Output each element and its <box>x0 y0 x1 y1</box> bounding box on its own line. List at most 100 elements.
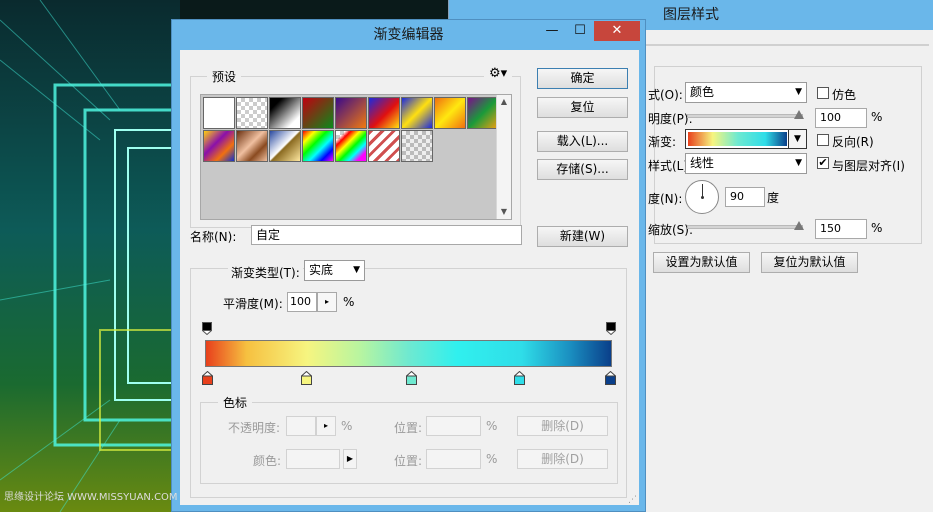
name-label: 名称(N): <box>190 230 237 244</box>
opacity-stop-right[interactable] <box>606 322 616 335</box>
scale-label: 缩放(S): <box>648 223 694 237</box>
window-controls: — ☐ ✕ <box>538 21 640 41</box>
smoothness-label: 平滑度(M): <box>223 297 283 311</box>
gradient-preview[interactable] <box>688 132 787 146</box>
color-stop-1[interactable] <box>202 371 213 385</box>
load-button[interactable]: 载入(L)... <box>537 131 628 152</box>
style-select[interactable]: 线性 ▼ <box>685 153 807 174</box>
preset-swatch-copper[interactable] <box>236 130 268 162</box>
gradient-bar[interactable] <box>205 340 612 367</box>
scroll-down-icon[interactable]: ▼ <box>497 205 511 219</box>
preset-swatch-transparent[interactable] <box>236 97 268 129</box>
smoothness-stepper[interactable]: ▸ <box>317 292 337 312</box>
reset-default-button[interactable]: 复位为默认值 <box>761 252 858 273</box>
presets-swatch-area: ▲ ▼ <box>200 94 512 220</box>
reverse-label: 反向(R) <box>832 135 874 149</box>
save-button[interactable]: 存储(S)... <box>537 159 628 180</box>
stop-opacity-stepper: ▸ <box>316 416 336 436</box>
set-default-button[interactable]: 设置为默认值 <box>653 252 750 273</box>
ok-button[interactable]: 确定 <box>537 68 628 89</box>
color-stops-label: 色标 <box>218 394 253 411</box>
align-with-layer-label: 与图层对齐(I) <box>832 159 905 173</box>
opacity-stop-left[interactable] <box>202 322 212 335</box>
chevron-down-icon: ▼ <box>353 265 360 275</box>
delete-color-stop-button: 删除(D) <box>517 449 608 469</box>
gradient-type-value: 实底 <box>309 263 334 277</box>
presets-scrollbar[interactable]: ▲ ▼ <box>496 95 511 219</box>
stop-opacity-location-input <box>426 416 481 436</box>
opacity-input[interactable]: 100 <box>815 108 867 128</box>
scale-slider[interactable] <box>687 225 803 229</box>
opacity-percent: % <box>871 110 883 124</box>
preset-swatch-spectrum[interactable] <box>302 130 334 162</box>
minimize-button[interactable]: — <box>538 21 566 41</box>
scale-slider-thumb[interactable] <box>794 221 804 230</box>
stop-color-label: 颜色: <box>253 454 282 468</box>
angle-unit: 度 <box>767 191 780 205</box>
preset-swatch-black-white[interactable] <box>203 97 235 129</box>
preset-swatch-violet-orange[interactable] <box>335 97 367 129</box>
chevron-down-icon: ▼ <box>795 158 802 168</box>
blend-mode-value: 颜色 <box>690 85 715 99</box>
gradient-type-select[interactable]: 实底 ▼ <box>304 260 365 281</box>
preset-swatch-blue-yellow-blue[interactable] <box>401 97 433 129</box>
gradient-type-label: 渐变类型(T): <box>228 264 303 281</box>
preset-swatch-chrome[interactable] <box>269 130 301 162</box>
color-stop-2[interactable] <box>301 371 312 385</box>
delete-opacity-stop-button: 删除(D) <box>517 416 608 436</box>
style-value: 线性 <box>690 156 715 170</box>
align-with-layer-checkbox[interactable]: ✔ <box>817 157 829 169</box>
blend-mode-label: 式(O): <box>648 88 683 102</box>
scroll-up-icon[interactable]: ▲ <box>497 95 511 109</box>
color-stop-4[interactable] <box>514 371 525 385</box>
dither-checkbox[interactable] <box>817 87 829 99</box>
preset-swatch-blue-red-yellow[interactable] <box>368 97 400 129</box>
stop-color-location-percent: % <box>486 452 498 466</box>
angle-dial-center <box>701 196 704 199</box>
scale-percent: % <box>871 221 883 235</box>
watermark: 思缘设计论坛 WWW.MISSYUAN.COM <box>4 492 178 503</box>
reset-button[interactable]: 复位 <box>537 97 628 118</box>
stop-opacity-percent: % <box>341 419 353 433</box>
stop-opacity-input <box>286 416 316 436</box>
preset-swatch-red-green[interactable] <box>302 97 334 129</box>
name-input[interactable]: 自定 <box>251 225 522 245</box>
opacity-slider[interactable] <box>687 114 803 118</box>
gradient-picker[interactable]: ▼ <box>685 129 807 149</box>
background-artwork <box>0 0 180 512</box>
preset-swatch-black-white-2[interactable] <box>269 97 301 129</box>
stop-opacity-label: 不透明度: <box>228 421 281 435</box>
new-button[interactable]: 新建(W) <box>537 226 628 247</box>
dither-label: 仿色 <box>832 88 857 102</box>
preset-swatch-transparent-stripes[interactable] <box>368 130 400 162</box>
opacity-slider-thumb[interactable] <box>794 110 804 119</box>
preset-swatch-yellow-violet-orange-blue[interactable] <box>203 130 235 162</box>
reverse-checkbox[interactable] <box>817 134 829 146</box>
preset-swatch-checker-transparent[interactable] <box>401 130 433 162</box>
gradient-label: 渐变: <box>648 135 677 149</box>
smoothness-input[interactable]: 100 <box>287 292 317 312</box>
chevron-down-icon[interactable]: ▼ <box>788 130 806 148</box>
blend-mode-select[interactable]: 颜色 ▼ <box>685 82 807 103</box>
stop-color-location-label: 位置: <box>394 454 423 468</box>
gradient-editor-dialog: 渐变编辑器 — ☐ ✕ 预设 ⚙▾ ▲ ▼ 确定 复位 载入(L)... 存储(… <box>171 19 646 512</box>
angle-dial[interactable] <box>685 180 719 214</box>
angle-label: 度(N): <box>648 192 683 206</box>
preset-swatch-transparent-rainbow[interactable] <box>335 130 367 162</box>
stop-color-arrow-icon: ▶ <box>343 449 357 469</box>
opacity-label: 明度(P): <box>648 112 693 126</box>
chevron-down-icon: ▼ <box>795 87 802 97</box>
color-stop-5[interactable] <box>605 371 616 385</box>
close-button[interactable]: ✕ <box>594 21 640 41</box>
presets-label: 预设 <box>207 68 242 85</box>
resize-grip-icon[interactable]: ⋰ <box>628 495 637 505</box>
scale-input[interactable]: 150 <box>815 219 867 239</box>
preset-swatch-violet-green-orange[interactable] <box>467 97 499 129</box>
stop-color-location-input <box>426 449 481 469</box>
dialog-body: 预设 ⚙▾ ▲ ▼ 确定 复位 载入(L)... 存储(S)... 名称(N):… <box>180 50 639 505</box>
angle-input[interactable]: 90 <box>725 187 765 207</box>
color-stop-3[interactable] <box>406 371 417 385</box>
preset-swatch-orange-yellow-orange[interactable] <box>434 97 466 129</box>
maximize-button[interactable]: ☐ <box>566 21 594 41</box>
gear-icon[interactable]: ⚙▾ <box>484 66 513 81</box>
